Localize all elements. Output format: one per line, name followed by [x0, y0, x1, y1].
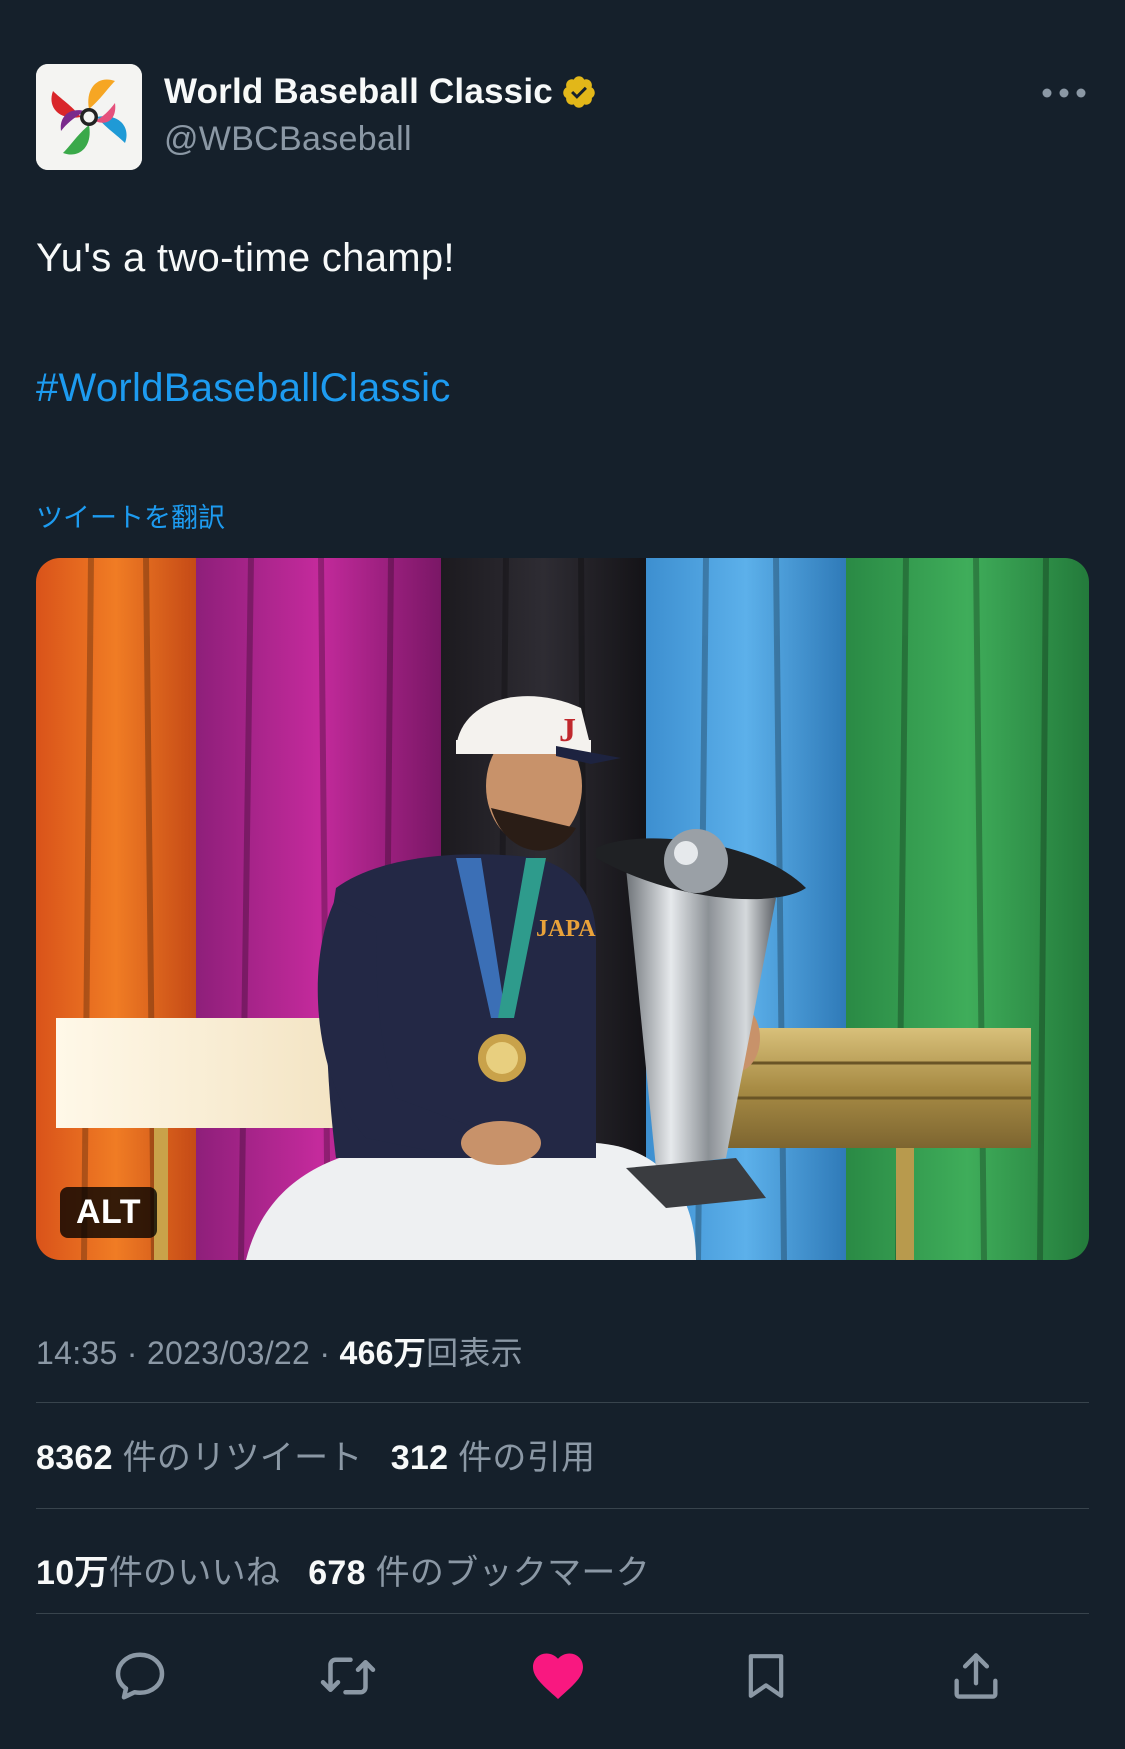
retweets-count: 8362: [36, 1439, 113, 1477]
svg-text:J: J: [559, 712, 576, 749]
stats-row-retweets: 8362 件のリツイート 312 件の引用: [36, 1430, 595, 1479]
reply-button[interactable]: [104, 1640, 176, 1712]
wbc-logo-icon: [36, 64, 142, 170]
quotes-label: 件の引用: [458, 1439, 596, 1477]
divider: [36, 1402, 1089, 1403]
tweet-actions-bar: [36, 1640, 1089, 1712]
bookmark-button[interactable]: [730, 1640, 802, 1712]
share-button[interactable]: [940, 1640, 1012, 1712]
reply-icon: [115, 1652, 165, 1700]
share-icon: [954, 1653, 998, 1699]
hashtag-link[interactable]: #WorldBaseballClassic: [36, 366, 451, 411]
divider: [36, 1508, 1089, 1509]
retweets-label: 件のリツイート: [122, 1439, 363, 1477]
stats-row-likes: 10万件のいいね 678 件のブックマーク: [36, 1545, 650, 1594]
bookmarks-count: 678: [308, 1554, 366, 1592]
divider: [36, 1613, 1089, 1614]
more-options-button[interactable]: [1039, 78, 1089, 108]
tweet-header: World Baseball Classic @WBCBaseball: [36, 64, 1089, 172]
quotes-stat[interactable]: 312 件の引用: [391, 1439, 596, 1477]
quotes-count: 312: [390, 1439, 449, 1477]
meta-separator: ·: [319, 1335, 331, 1371]
photo-trophy-player: J JAPA: [36, 558, 1089, 1260]
tweet-time[interactable]: 14:35: [36, 1335, 118, 1371]
bookmarks-stat[interactable]: 678 件のブックマーク: [308, 1554, 650, 1592]
bookmarks-label: 件のブックマーク: [375, 1554, 651, 1592]
tweet-photo[interactable]: J JAPA ALT: [36, 558, 1089, 1260]
account-display-name[interactable]: World Baseball Classic: [164, 72, 553, 112]
heart-icon: [533, 1653, 583, 1699]
views-count: 466万: [339, 1335, 427, 1371]
account-handle[interactable]: @WBCBaseball: [164, 120, 597, 159]
views-label: 回表示: [426, 1335, 523, 1371]
retweets-stat[interactable]: 8362 件のリツイート: [36, 1439, 363, 1477]
alt-text-badge[interactable]: ALT: [60, 1187, 158, 1238]
likes-count: 10万: [36, 1554, 109, 1592]
likes-label: 件のいいね: [108, 1554, 281, 1592]
account-avatar[interactable]: [36, 64, 142, 170]
verified-badge-icon: [563, 76, 595, 108]
svg-text:JAPA: JAPA: [536, 916, 596, 942]
tweet-meta: 14:35 · 2023/03/22 · 466万回表示: [36, 1328, 523, 1374]
like-button[interactable]: [522, 1640, 594, 1712]
retweet-button[interactable]: [312, 1640, 384, 1712]
account-name-block: World Baseball Classic @WBCBaseball: [164, 72, 597, 159]
meta-separator: ·: [126, 1335, 138, 1371]
more-dots-icon: [1042, 88, 1086, 98]
tweet-text: Yu's a two-time champ!: [36, 236, 455, 280]
translate-tweet-link[interactable]: ツイートを翻訳: [36, 496, 225, 535]
bookmark-icon: [748, 1654, 784, 1698]
likes-stat[interactable]: 10万件のいいね: [36, 1554, 280, 1592]
retweet-icon: [320, 1657, 376, 1695]
tweet-date[interactable]: 2023/03/22: [147, 1335, 310, 1371]
